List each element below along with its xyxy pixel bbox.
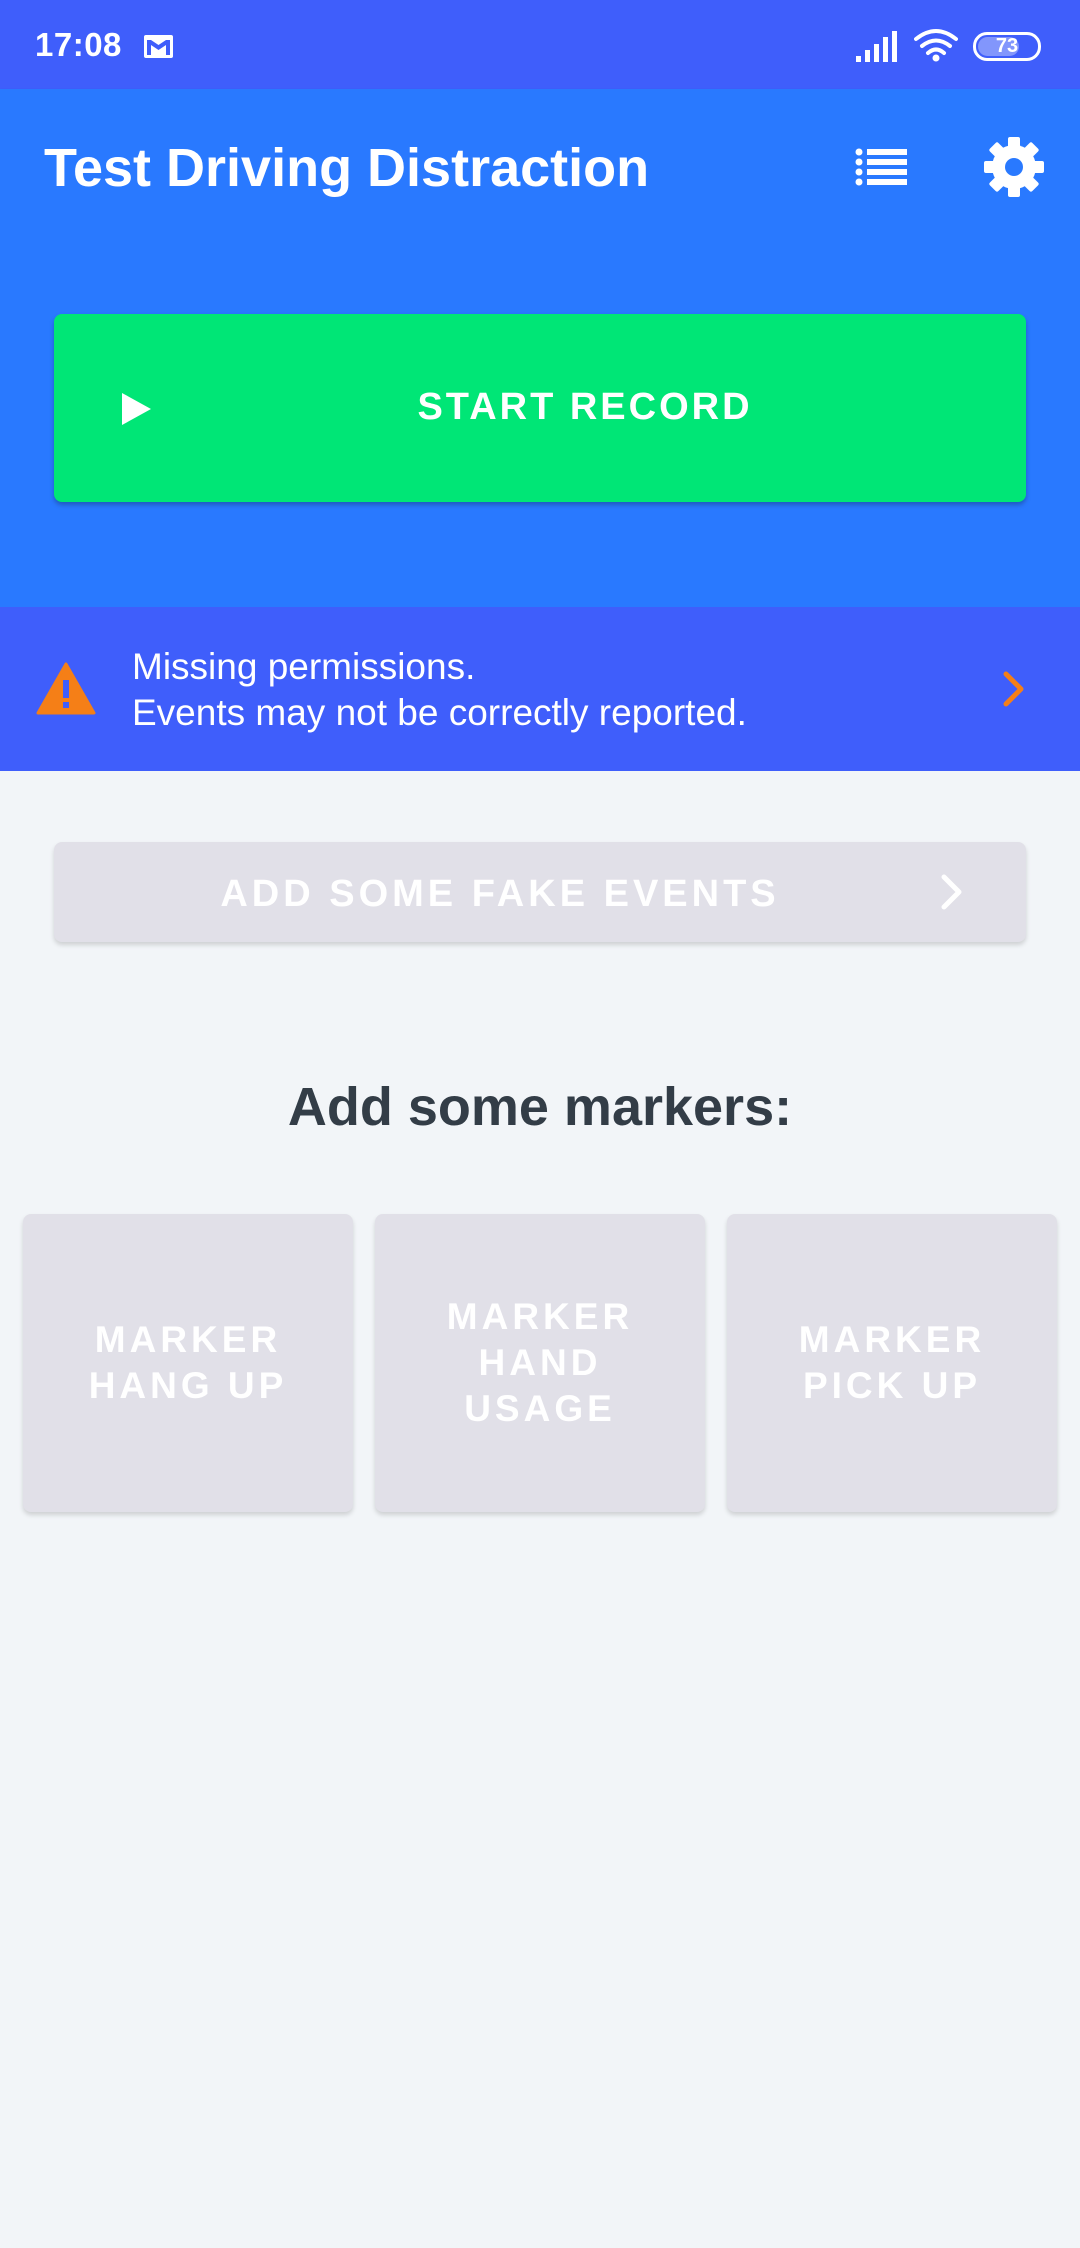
start-record-label: START RECORD bbox=[417, 386, 753, 428]
status-bar: 17:08 73 bbox=[0, 0, 1080, 89]
permission-message: Missing permissions. Events may not be c… bbox=[132, 644, 747, 736]
signal-icon bbox=[856, 31, 897, 62]
marker-hang-up-button[interactable]: MARKER HANG UP bbox=[23, 1214, 353, 1512]
list-icon[interactable] bbox=[855, 147, 909, 187]
app-title: Test Driving Distraction bbox=[44, 138, 650, 198]
permission-banner[interactable]: Missing permissions. Events may not be c… bbox=[0, 607, 1080, 771]
permission-line-2: Events may not be correctly reported. bbox=[132, 692, 747, 733]
battery-level: 73 bbox=[995, 35, 1019, 57]
record-panel: START RECORD bbox=[0, 244, 1080, 607]
marker-hand-usage-button[interactable]: MARKER HAND USAGE bbox=[375, 1214, 705, 1512]
status-time: 17:08 bbox=[35, 26, 122, 63]
gmail-icon bbox=[144, 35, 173, 58]
warning-icon bbox=[36, 662, 96, 715]
permission-line-1: Missing permissions. bbox=[132, 646, 476, 687]
marker-pick-up-button[interactable]: MARKER PICK UP bbox=[727, 1214, 1057, 1512]
chevron-right-icon bbox=[941, 874, 962, 910]
chevron-right-icon bbox=[1003, 671, 1024, 707]
markers-title: Add some markers: bbox=[287, 1077, 793, 1137]
battery-icon: 73 bbox=[973, 32, 1041, 61]
app-bar: Test Driving Distraction bbox=[0, 89, 1080, 244]
add-fake-events-label: ADD SOME FAKE EVENTS bbox=[220, 873, 780, 915]
gear-icon[interactable] bbox=[982, 135, 1046, 199]
add-fake-events-button[interactable]: ADD SOME FAKE EVENTS bbox=[54, 842, 1026, 942]
wifi-icon bbox=[914, 29, 958, 62]
start-record-button[interactable]: START RECORD bbox=[54, 314, 1026, 502]
